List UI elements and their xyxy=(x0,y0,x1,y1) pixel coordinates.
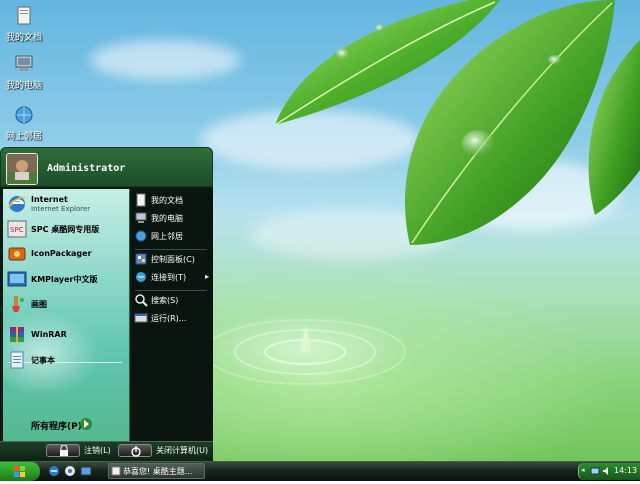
menu-item-subtitle: Internet Explorer xyxy=(31,205,91,213)
water-drop xyxy=(375,24,385,32)
window-app-icon xyxy=(111,466,121,476)
menu-separator xyxy=(135,290,207,291)
menu-item-title: SPC 桌酷网专用版 xyxy=(31,225,100,234)
desktop-icon-network-places[interactable]: 网上邻居 xyxy=(0,103,54,142)
kmplayer-icon xyxy=(7,271,27,287)
start-menu: Administrator Internet Internet Explorer… xyxy=(0,147,213,461)
my-computer-icon xyxy=(135,212,147,223)
start-menu-places-pane: 我的文档 我的电脑 网上邻居 控制面板(C) 连接到(T) ▸ 搜索(S) 运行… xyxy=(131,189,213,441)
quick-launch-media-icon[interactable] xyxy=(64,465,76,477)
shutdown-label: 关闭计算机(U) xyxy=(156,446,209,455)
spc-icon: SPC xyxy=(7,220,27,238)
menu-item-network-places[interactable]: 网上邻居 xyxy=(134,229,212,247)
taskbar-window-item[interactable]: 恭喜您! 桌酷主题... xyxy=(108,463,205,479)
network-places-icon xyxy=(135,230,147,242)
menu-item-label: 网上邻居 xyxy=(151,232,183,241)
svg-text:SPC: SPC xyxy=(10,226,24,234)
network-places-icon xyxy=(15,106,33,124)
lock-icon xyxy=(46,444,80,457)
menu-item-paint[interactable]: 画图 xyxy=(7,294,127,316)
water-drop xyxy=(462,130,494,156)
menu-item-title: 画图 xyxy=(31,300,47,309)
water-drop xyxy=(336,48,350,60)
menu-item-notepad[interactable]: 记事本 xyxy=(7,350,127,372)
menu-item-label: 控制面板(C) xyxy=(151,255,195,264)
control-panel-icon xyxy=(135,253,147,265)
menu-item-title: 记事本 xyxy=(31,356,55,365)
desktop-icon-label: 网上邻居 xyxy=(5,132,42,142)
menu-item-label: 连接到(T) xyxy=(151,273,187,282)
menu-item-title: KMPlayer中文版 xyxy=(31,275,98,284)
start-menu-programs-pane: Internet Internet Explorer SPC SPC 桌酷网专用… xyxy=(3,189,130,441)
my-documents-icon xyxy=(136,193,146,207)
menu-item-iconpackager[interactable]: IconPackager xyxy=(7,244,127,266)
run-icon xyxy=(134,313,148,323)
network-tray-icon[interactable] xyxy=(590,466,600,476)
user-avatar[interactable] xyxy=(6,153,38,185)
all-programs-button[interactable]: 所有程序(P) xyxy=(27,417,122,433)
winrar-icon xyxy=(10,327,24,342)
menu-item-my-computer[interactable]: 我的电脑 xyxy=(134,211,212,229)
menu-item-winrar[interactable]: WinRAR xyxy=(7,325,127,347)
clock[interactable]: 14:13 xyxy=(614,466,637,475)
desktop-icon-label: 我的文档 xyxy=(5,33,42,43)
volume-tray-icon[interactable] xyxy=(602,466,612,476)
logoff-label: 注销(L) xyxy=(84,446,111,455)
quick-launch-desktop-icon[interactable] xyxy=(80,465,92,477)
taskbar: 恭喜您! 桌酷主题... ◂ 14:13 xyxy=(0,461,640,481)
my-documents-icon xyxy=(17,6,31,25)
search-icon xyxy=(135,294,148,307)
menu-separator xyxy=(135,249,207,250)
start-menu-header: Administrator xyxy=(0,147,213,187)
menu-item-search[interactable]: 搜索(S) xyxy=(134,293,212,311)
all-programs-label: 所有程序(P) xyxy=(31,422,82,432)
iconpackager-icon xyxy=(8,247,26,261)
menu-item-my-documents[interactable]: 我的文档 xyxy=(134,193,212,211)
user-name: Administrator xyxy=(47,163,126,174)
taskbar-window-title: 恭喜您! 桌酷主题... xyxy=(123,467,193,476)
system-tray: ◂ 14:13 xyxy=(578,463,640,480)
paint-icon xyxy=(12,296,24,312)
desktop-icon-my-computer[interactable]: 我的电脑 xyxy=(0,52,54,91)
desktop-icon-my-documents[interactable]: 我的文档 xyxy=(0,4,54,43)
water-drop xyxy=(548,55,562,65)
menu-item-label: 我的文档 xyxy=(151,196,183,205)
menu-item-title: IconPackager xyxy=(31,249,92,258)
menu-item-title: WinRAR xyxy=(31,330,67,339)
start-menu-body: Internet Internet Explorer SPC SPC 桌酷网专用… xyxy=(0,187,213,441)
desktop-icon-label: 我的电脑 xyxy=(5,81,42,91)
menu-item-spc[interactable]: SPC SPC 桌酷网专用版 xyxy=(7,219,127,241)
notepad-icon xyxy=(10,351,24,369)
menu-item-run[interactable]: 运行(R)... xyxy=(134,311,212,329)
tray-expand-icon[interactable]: ◂ xyxy=(581,466,585,474)
submenu-arrow-icon: ▸ xyxy=(205,272,210,281)
menu-item-internet[interactable]: Internet Internet Explorer xyxy=(7,194,127,216)
start-menu-footer: 注销(L) 关闭计算机(U) xyxy=(0,441,213,461)
avatar-image-icon xyxy=(7,154,37,184)
my-computer-icon xyxy=(15,55,33,71)
power-icon xyxy=(118,444,152,457)
quick-launch-ie-icon[interactable] xyxy=(48,465,60,477)
windows-logo-icon xyxy=(14,466,25,477)
menu-item-label: 我的电脑 xyxy=(151,214,183,223)
menu-item-title: Internet xyxy=(31,195,68,204)
menu-item-connect-to[interactable]: 连接到(T) ▸ xyxy=(134,270,212,288)
menu-item-kmplayer[interactable]: KMPlayer中文版 xyxy=(7,269,127,291)
arrow-right-icon xyxy=(80,418,92,430)
menu-item-label: 搜索(S) xyxy=(151,296,179,305)
connect-to-icon xyxy=(136,272,146,282)
internet-explorer-icon xyxy=(8,196,26,212)
menu-item-control-panel[interactable]: 控制面板(C) xyxy=(134,252,212,270)
start-button[interactable] xyxy=(0,462,40,481)
menu-item-label: 运行(R)... xyxy=(151,314,187,323)
